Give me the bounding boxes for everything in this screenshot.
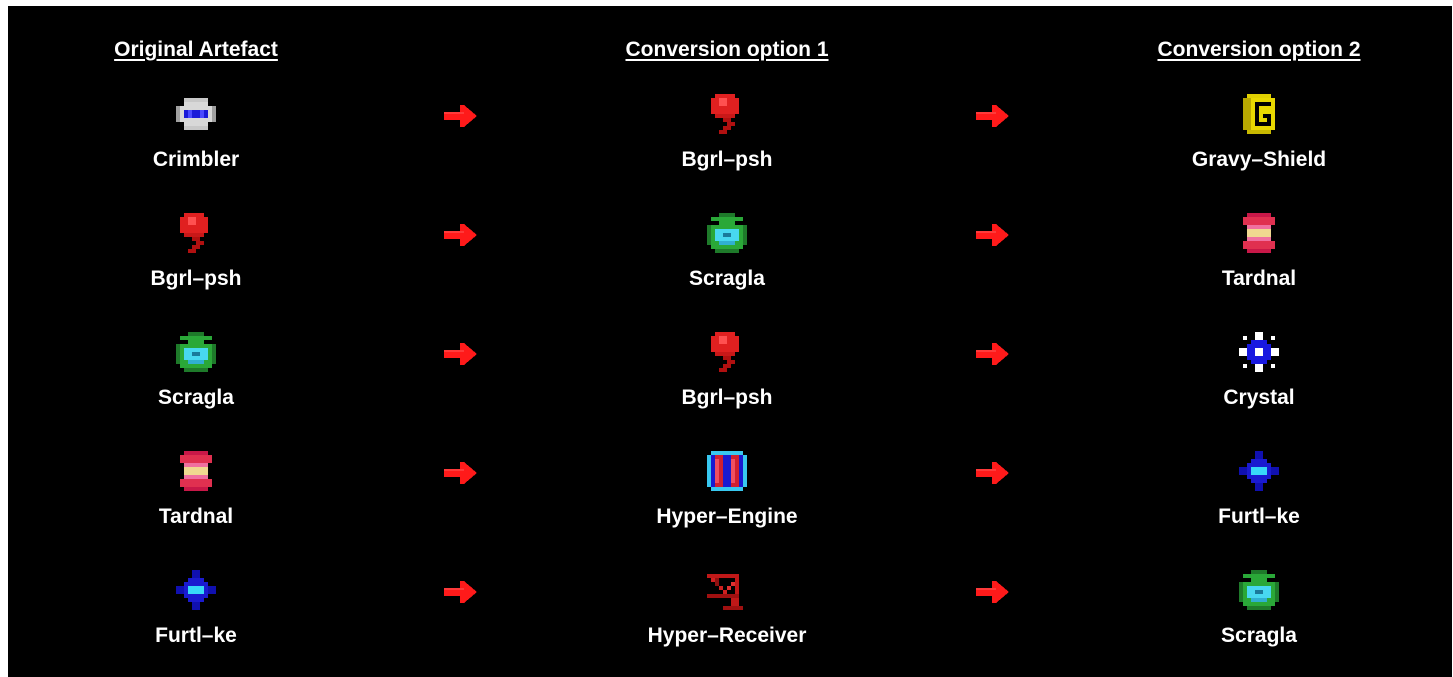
arrow-right-icon bbox=[444, 222, 478, 248]
artefact-name: Crimbler bbox=[152, 148, 240, 171]
furtl-ke-icon bbox=[1239, 451, 1279, 491]
gravy-shield-icon bbox=[1239, 94, 1279, 134]
artefact-name: Scragla bbox=[158, 386, 234, 409]
arrow-right-icon bbox=[444, 103, 478, 129]
scragla-icon bbox=[176, 332, 216, 372]
artefact-cell-option2: Gravy–Shield bbox=[1109, 94, 1409, 173]
arrow-right-icon bbox=[976, 341, 1010, 367]
artefact-name: Furtl–ke bbox=[1218, 505, 1300, 528]
arrow-right-icon bbox=[976, 579, 1010, 605]
crimbler-icon bbox=[176, 94, 216, 134]
bgrl-psh-icon bbox=[707, 332, 747, 372]
artefact-name: Gravy–Shield bbox=[1191, 148, 1327, 171]
artefact-cell-option1: Bgrl–psh bbox=[577, 332, 877, 411]
hyper-receiver-icon bbox=[707, 570, 747, 610]
artefact-cell-original: Crimbler bbox=[46, 94, 346, 173]
arrow-right-icon bbox=[444, 341, 478, 367]
artefact-cell-option2: Crystal bbox=[1109, 332, 1409, 411]
furtl-ke-icon bbox=[176, 570, 216, 610]
arrow-right-icon bbox=[444, 460, 478, 486]
artefact-cell-original: Bgrl–psh bbox=[46, 213, 346, 292]
arrow-right-icon bbox=[444, 579, 478, 605]
artefact-name: Tardnal bbox=[1221, 267, 1297, 290]
artefact-cell-option1: Hyper–Engine bbox=[577, 451, 877, 530]
artefact-name: Hyper–Engine bbox=[656, 505, 798, 528]
artefact-cell-option2: Scragla bbox=[1109, 570, 1409, 649]
artefact-cell-original: Furtl–ke bbox=[46, 570, 346, 649]
artefact-name: Hyper–Receiver bbox=[647, 624, 807, 647]
artefact-name: Furtl–ke bbox=[155, 624, 237, 647]
header-conversion-option-2: Conversion option 2 bbox=[1157, 38, 1361, 61]
artefact-cell-option2: Tardnal bbox=[1109, 213, 1409, 292]
scragla-icon bbox=[707, 213, 747, 253]
scragla-icon bbox=[1239, 570, 1279, 610]
artefact-name: Bgrl–psh bbox=[681, 386, 773, 409]
artefact-name: Bgrl–psh bbox=[681, 148, 773, 171]
arrow-right-icon bbox=[976, 460, 1010, 486]
artefact-cell-original: Tardnal bbox=[46, 451, 346, 530]
artefact-cell-option1: Bgrl–psh bbox=[577, 94, 877, 173]
arrow-right-icon bbox=[976, 222, 1010, 248]
header-conversion-option-1: Conversion option 1 bbox=[625, 38, 829, 61]
hyper-engine-icon bbox=[707, 451, 747, 491]
bgrl-psh-icon bbox=[707, 94, 747, 134]
tardnal-icon bbox=[176, 451, 216, 491]
artefact-name: Crystal bbox=[1223, 386, 1295, 409]
artefact-name: Bgrl–psh bbox=[150, 267, 242, 290]
header-original-artefact: Original Artefact bbox=[114, 38, 278, 61]
artefact-cell-option2: Furtl–ke bbox=[1109, 451, 1409, 530]
bgrl-psh-icon bbox=[176, 213, 216, 253]
crystal-icon bbox=[1239, 332, 1279, 372]
artefact-name: Scragla bbox=[689, 267, 765, 290]
artefact-cell-original: Scragla bbox=[46, 332, 346, 411]
artefact-name: Scragla bbox=[1221, 624, 1297, 647]
artefact-cell-option1: Hyper–Receiver bbox=[577, 570, 877, 649]
artefact-name: Tardnal bbox=[158, 505, 234, 528]
tardnal-icon bbox=[1239, 213, 1279, 253]
arrow-right-icon bbox=[976, 103, 1010, 129]
artefact-cell-option1: Scragla bbox=[577, 213, 877, 292]
